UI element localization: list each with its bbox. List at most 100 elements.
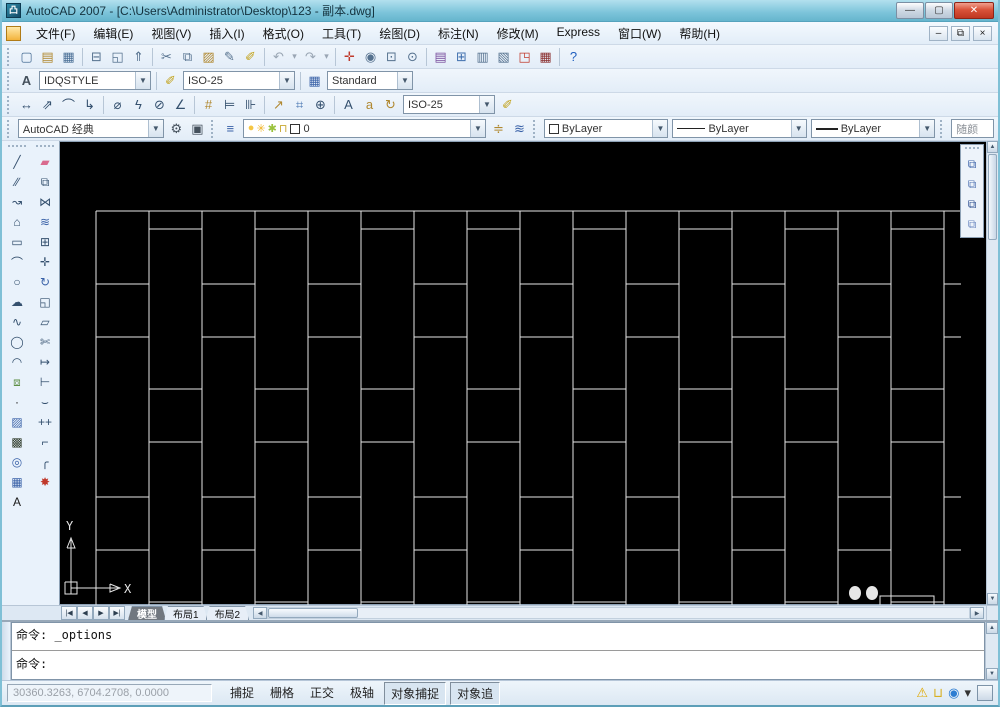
toolbar-grip[interactable] [210, 119, 216, 138]
send-under-objects-button[interactable]: ⧉ [962, 214, 982, 234]
command-window-grip[interactable] [2, 622, 11, 680]
workspace-settings-button[interactable]: ⚙ [166, 118, 187, 139]
pan-button[interactable]: ✛ [339, 46, 360, 67]
chevron-down-icon[interactable]: ▼ [135, 72, 150, 89]
horizontal-scrollbar[interactable]: ◀ ▶ [253, 607, 984, 619]
toggle-极轴[interactable]: 极轴 [344, 682, 380, 705]
cut-button[interactable]: ✂ [156, 46, 177, 67]
stretch-button[interactable]: ▱ [34, 312, 56, 332]
circle-button[interactable]: ○ [6, 272, 28, 292]
copy-button[interactable]: ⧉ [177, 46, 198, 67]
jogged-dimension-button[interactable]: ϟ [128, 94, 149, 115]
vertical-scroll-thumb[interactable] [988, 154, 997, 240]
doc-minimize-button[interactable]: – [929, 25, 948, 41]
dimension-style-manager-button[interactable]: ✐ [497, 94, 518, 115]
chevron-down-icon[interactable]: ▼ [469, 120, 485, 137]
new-button[interactable]: ▢ [16, 46, 37, 67]
menu-item[interactable]: 绘图(D) [370, 22, 429, 45]
chevron-down-icon[interactable]: ▼ [479, 96, 494, 113]
help-button[interactable]: ? [563, 46, 584, 67]
plot-button[interactable]: ⊟ [86, 46, 107, 67]
prev-tab-button[interactable]: ◀ [77, 606, 93, 620]
ellipse-button[interactable]: ◯ [6, 332, 28, 352]
lineweight-combo[interactable]: ByLayer ▼ [810, 119, 936, 138]
center-mark-button[interactable]: ⊕ [310, 94, 331, 115]
plot-style-combo[interactable]: 随颜 [951, 119, 995, 138]
maximize-button[interactable]: ▢ [925, 2, 953, 19]
markup-set-manager-button[interactable]: ◳ [514, 46, 535, 67]
gradient-button[interactable]: ▩ [6, 432, 28, 452]
dimension-style-combo[interactable]: ISO-25 ▼ [403, 95, 495, 114]
command-prompt[interactable]: 命令: [12, 651, 984, 680]
chevron-down-icon[interactable]: ▼ [790, 120, 806, 137]
table-button[interactable]: ▦ [6, 472, 28, 492]
quickcalc-button[interactable]: ▦ [535, 46, 556, 67]
bring-to-front-button[interactable]: ⧉ [962, 154, 982, 174]
menu-item[interactable]: 编辑(E) [84, 22, 142, 45]
tab-布局2[interactable]: 布局2 [206, 606, 250, 620]
zoom-window-button[interactable]: ⊡ [381, 46, 402, 67]
layer-thaw-icon[interactable]: ✳ [256, 122, 265, 135]
hatch-button[interactable]: ▨ [6, 412, 28, 432]
redo-dropdown[interactable]: ▾ [321, 46, 332, 67]
revision-cloud-button[interactable]: ☁ [6, 292, 28, 312]
spline-button[interactable]: ∿ [6, 312, 28, 332]
table-style-icon[interactable]: ▦ [304, 70, 325, 91]
toolbar-lock-icon[interactable]: ⊔ [933, 685, 943, 701]
publish-button[interactable]: ⇑ [128, 46, 149, 67]
extend-button[interactable]: ↦ [34, 352, 56, 372]
match-properties-button[interactable]: ✎ [219, 46, 240, 67]
baseline-dimension-button[interactable]: ⊨ [219, 94, 240, 115]
layer-viewport-icon[interactable]: ✱ [268, 122, 277, 135]
dimension-update-button[interactable]: ↻ [380, 94, 401, 115]
tolerance-button[interactable]: ⌗ [289, 94, 310, 115]
break-button[interactable]: ⌣ [34, 392, 56, 412]
designcenter-button[interactable]: ⊞ [451, 46, 472, 67]
tab-布局1[interactable]: 布局1 [164, 606, 208, 620]
explode-button[interactable]: ✸ [34, 472, 56, 492]
layer-previous-button[interactable]: ≋ [509, 118, 530, 139]
open-button[interactable]: ▤ [37, 46, 58, 67]
scroll-right-icon[interactable]: ▶ [970, 607, 984, 619]
minimize-button[interactable]: — [896, 2, 924, 19]
menu-item[interactable]: 视图(V) [142, 22, 200, 45]
menu-item[interactable]: 帮助(H) [670, 22, 729, 45]
workspace-combo[interactable]: AutoCAD 经典 ▼ [17, 119, 164, 138]
scroll-up-icon[interactable]: ▲ [986, 622, 998, 634]
chevron-down-icon[interactable]: ▼ [147, 120, 163, 137]
sheet-set-manager-button[interactable]: ▧ [493, 46, 514, 67]
polygon-button[interactable]: ⌂ [6, 212, 28, 232]
quick-leader-button[interactable]: ↗ [268, 94, 289, 115]
paste-button[interactable]: ▨ [198, 46, 219, 67]
toolbar-grip[interactable] [965, 147, 979, 152]
menu-item[interactable]: 文件(F) [27, 22, 84, 45]
arc-button[interactable]: ⌒ [6, 252, 28, 272]
command-history[interactable]: 命令: _options [12, 623, 984, 651]
color-combo[interactable]: ByLayer ▼ [543, 119, 669, 138]
menu-item[interactable]: 标注(N) [429, 22, 488, 45]
layer-lock-icon[interactable]: ⊓ [279, 122, 288, 135]
undo-dropdown[interactable]: ▾ [289, 46, 300, 67]
copy-button-modify[interactable]: ⧉ [34, 172, 56, 192]
make-object-layer-current-button[interactable]: ≑ [488, 118, 509, 139]
menu-item[interactable]: 格式(O) [254, 22, 313, 45]
toolbar-grip[interactable] [7, 71, 12, 90]
toggle-正交[interactable]: 正交 [304, 682, 340, 705]
menu-item[interactable]: 插入(I) [200, 22, 253, 45]
toggle-对象追[interactable]: 对象追 [450, 681, 501, 705]
send-to-back-button[interactable]: ⧉ [962, 174, 982, 194]
fillet-button[interactable]: ╭ [34, 452, 56, 472]
move-button[interactable]: ✛ [34, 252, 56, 272]
dim-style-combo[interactable]: ISO-25 ▼ [183, 71, 295, 90]
tool-palettes-button[interactable]: ▥ [472, 46, 493, 67]
insert-block-button[interactable]: ⧈ [6, 372, 28, 392]
zoom-previous-button[interactable]: ⊙ [402, 46, 423, 67]
construction-line-button[interactable]: ∕∕ [6, 172, 28, 192]
mirror-button[interactable]: ⋈ [34, 192, 56, 212]
arc-length-dimension-button[interactable]: ⌒ [58, 94, 79, 115]
chamfer-button[interactable]: ⌐ [34, 432, 56, 452]
join-button[interactable]: ++ [34, 412, 56, 432]
bring-above-objects-button[interactable]: ⧉ [962, 194, 982, 214]
linear-dimension-button[interactable]: ↔ [16, 94, 37, 115]
aligned-dimension-button[interactable]: ⇗ [37, 94, 58, 115]
